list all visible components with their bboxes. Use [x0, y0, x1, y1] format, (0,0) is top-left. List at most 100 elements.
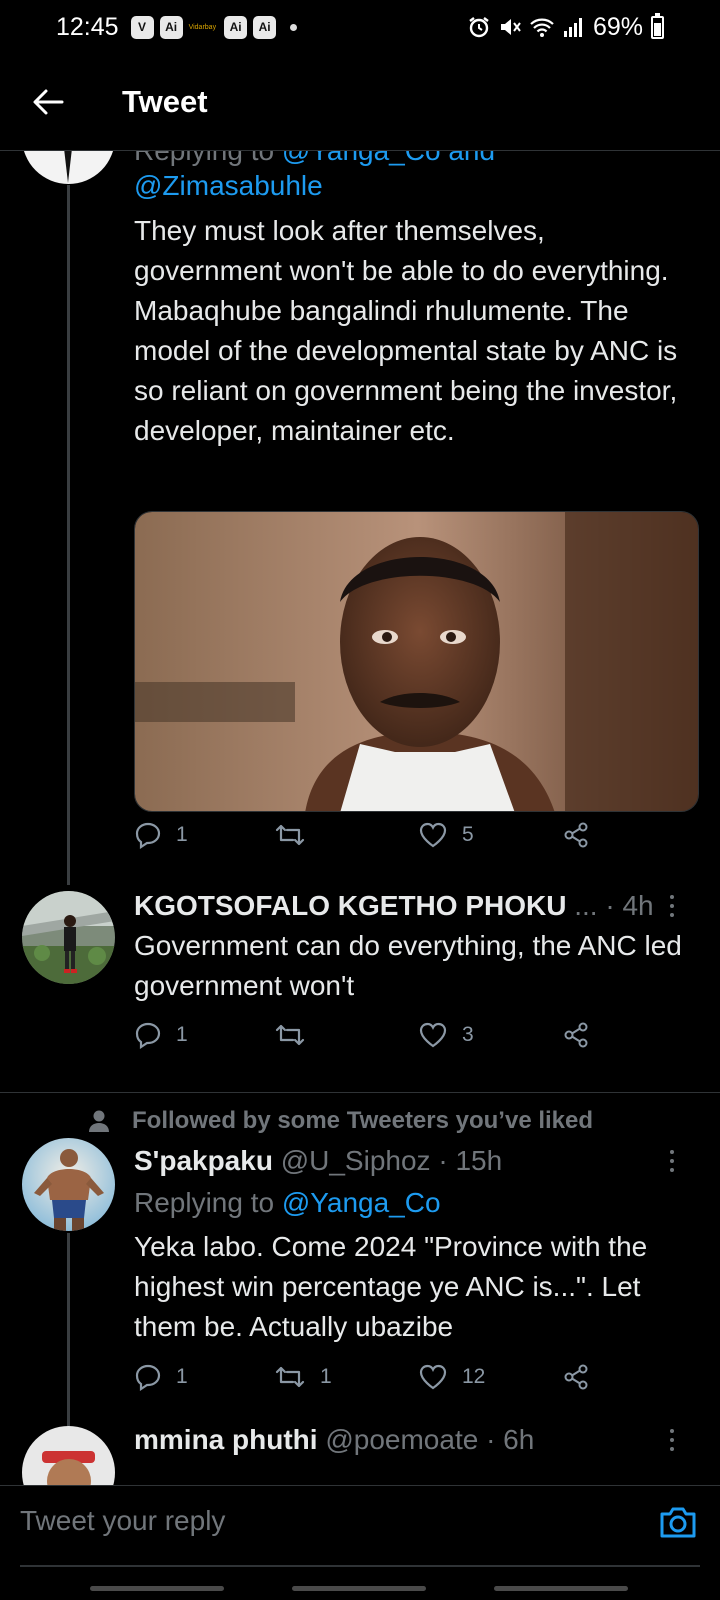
author-name[interactable]: KGOTSOFALO KGETHO PHOKU: [134, 890, 566, 921]
reply-count: 1: [176, 1365, 188, 1388]
nav-back[interactable]: [494, 1586, 628, 1591]
tweet-actions: 1 5: [134, 815, 604, 859]
battery-percent: 69%: [592, 12, 643, 41]
tweet-author-row: mmina phuthi @poemoate · 6h: [134, 1420, 534, 1460]
more-dot: [670, 1150, 674, 1154]
like-count: 12: [462, 1365, 486, 1388]
notification-badge-ai: Ai: [159, 15, 183, 39]
status-time: 12:45: [56, 12, 119, 41]
share-icon: [564, 822, 588, 848]
avatar[interactable]: [22, 891, 115, 984]
share-button[interactable]: [562, 821, 590, 849]
replying-to: Replying to @Yanga_Co: [134, 1183, 441, 1223]
more-dot: [670, 1438, 674, 1442]
tweet-text: Yeka labo. Come 2024 "Province with the …: [134, 1231, 648, 1342]
battery-icon: [651, 12, 664, 39]
retweet-button[interactable]: [274, 1021, 320, 1049]
avatar[interactable]: [22, 1138, 115, 1231]
notification-badge-ai-2: Ai: [224, 15, 248, 39]
more-dot: [670, 1168, 674, 1172]
wifi-icon: [529, 16, 555, 38]
tweet-time: · 6h: [486, 1424, 535, 1455]
more-dot: [670, 1159, 674, 1163]
tweet-author-row: KGOTSOFALO KGETHO PHOKU ... · 4h: [134, 886, 654, 926]
notification-badge-ai-3: Ai: [253, 15, 277, 39]
tweet-meta: ... · 4h: [574, 890, 654, 921]
replying-label: Replying to: [134, 151, 274, 166]
signal-icon: [563, 16, 585, 38]
share-button[interactable]: [562, 1363, 590, 1391]
tweet-time: · 15h: [438, 1145, 503, 1176]
reply-underline: [20, 1565, 700, 1567]
avatar[interactable]: [22, 151, 115, 184]
like-button[interactable]: 12: [418, 1363, 485, 1391]
app-header: Tweet: [0, 54, 720, 151]
tweet-actions: 1 3: [134, 1015, 604, 1059]
tweet-4[interactable]: mmina phuthi @poemoate · 6h: [0, 1416, 720, 1485]
tweet-2[interactable]: KGOTSOFALO KGETHO PHOKU ... · 4h Governm…: [0, 890, 720, 1071]
reply-bar: Tweet your reply: [0, 1485, 720, 1600]
mute-icon: [499, 15, 521, 39]
replying-handle-link-2[interactable]: @Zimasabuhle: [134, 166, 323, 206]
more-dot: [670, 904, 674, 908]
reply-button[interactable]: 1: [134, 1363, 188, 1391]
more-options-button[interactable]: [662, 1145, 682, 1177]
tweet-3[interactable]: Followed by some Tweeters you’ve liked S…: [0, 1093, 720, 1463]
tweet-media-image[interactable]: [134, 511, 699, 812]
retweet-icon: [275, 1366, 305, 1388]
reply-icon: [135, 822, 161, 849]
more-options-button[interactable]: [662, 1424, 682, 1456]
nav-recent-apps[interactable]: [90, 1586, 224, 1591]
person-icon: [89, 1110, 109, 1132]
author-handle[interactable]: @poemoate: [325, 1424, 478, 1455]
reply-icon: [135, 1022, 161, 1049]
nav-home[interactable]: [292, 1586, 426, 1591]
back-button[interactable]: [20, 74, 76, 130]
reply-count: 1: [176, 1023, 188, 1046]
reply-button[interactable]: 1: [134, 1021, 188, 1049]
reply-button[interactable]: 1: [134, 821, 188, 849]
like-button[interactable]: 5: [418, 821, 474, 849]
camera-icon: [660, 1507, 696, 1538]
retweet-button[interactable]: [274, 821, 320, 849]
tweet-1[interactable]: Replying to @Yanga_Co and @Zimasabuhle T…: [0, 151, 720, 891]
more-dot: [670, 895, 674, 899]
status-bar: 12:45 V Ai Vidarbay Ai Ai 69%: [0, 0, 720, 54]
arrow-left-icon: [33, 89, 64, 115]
avatar[interactable]: [22, 1426, 115, 1485]
more-options-button[interactable]: [662, 890, 682, 922]
reply-icon: [135, 1364, 161, 1391]
tweet-actions: 1 1 12: [134, 1357, 604, 1401]
author-name[interactable]: S'pakpaku: [134, 1145, 273, 1176]
heart-icon: [419, 1022, 447, 1048]
author-handle[interactable]: @U_Siphoz: [281, 1145, 431, 1176]
retweet-count: 1: [320, 1365, 332, 1388]
tweet-text: They must look after themselves, governm…: [134, 215, 678, 446]
more-dot: [670, 1429, 674, 1433]
reply-count: 1: [176, 823, 188, 846]
retweet-icon: [275, 824, 305, 846]
replying-handle-link[interactable]: @Yanga_Co: [282, 1187, 441, 1218]
like-button[interactable]: 3: [418, 1021, 474, 1049]
more-dot: [670, 1447, 674, 1451]
like-count: 5: [462, 823, 474, 846]
tweet-feed[interactable]: Replying to @Yanga_Co and @Zimasabuhle T…: [0, 151, 720, 1485]
notification-badge-v: V: [130, 15, 154, 39]
tweet-author-row: S'pakpaku @U_Siphoz · 15h: [134, 1141, 502, 1181]
heart-icon: [419, 822, 447, 848]
replying-handle-link[interactable]: @Yanga_Co and: [282, 151, 495, 166]
retweet-button[interactable]: 1: [274, 1363, 332, 1391]
page-title: Tweet: [122, 84, 208, 119]
alarm-icon: [467, 15, 491, 39]
reply-input[interactable]: Tweet your reply: [20, 1496, 620, 1546]
more-notifications-dot: [290, 23, 298, 31]
author-name[interactable]: mmina phuthi: [134, 1424, 318, 1455]
notification-tiny-badge: Vidarbay: [188, 23, 217, 31]
thread-line: [67, 185, 70, 885]
tweet-text: Government can do everything, the ANC le…: [134, 930, 682, 1001]
camera-button[interactable]: [656, 1500, 700, 1544]
share-button[interactable]: [562, 1021, 590, 1049]
share-icon: [564, 1022, 588, 1048]
like-count: 3: [462, 1023, 474, 1046]
heart-icon: [419, 1364, 447, 1390]
